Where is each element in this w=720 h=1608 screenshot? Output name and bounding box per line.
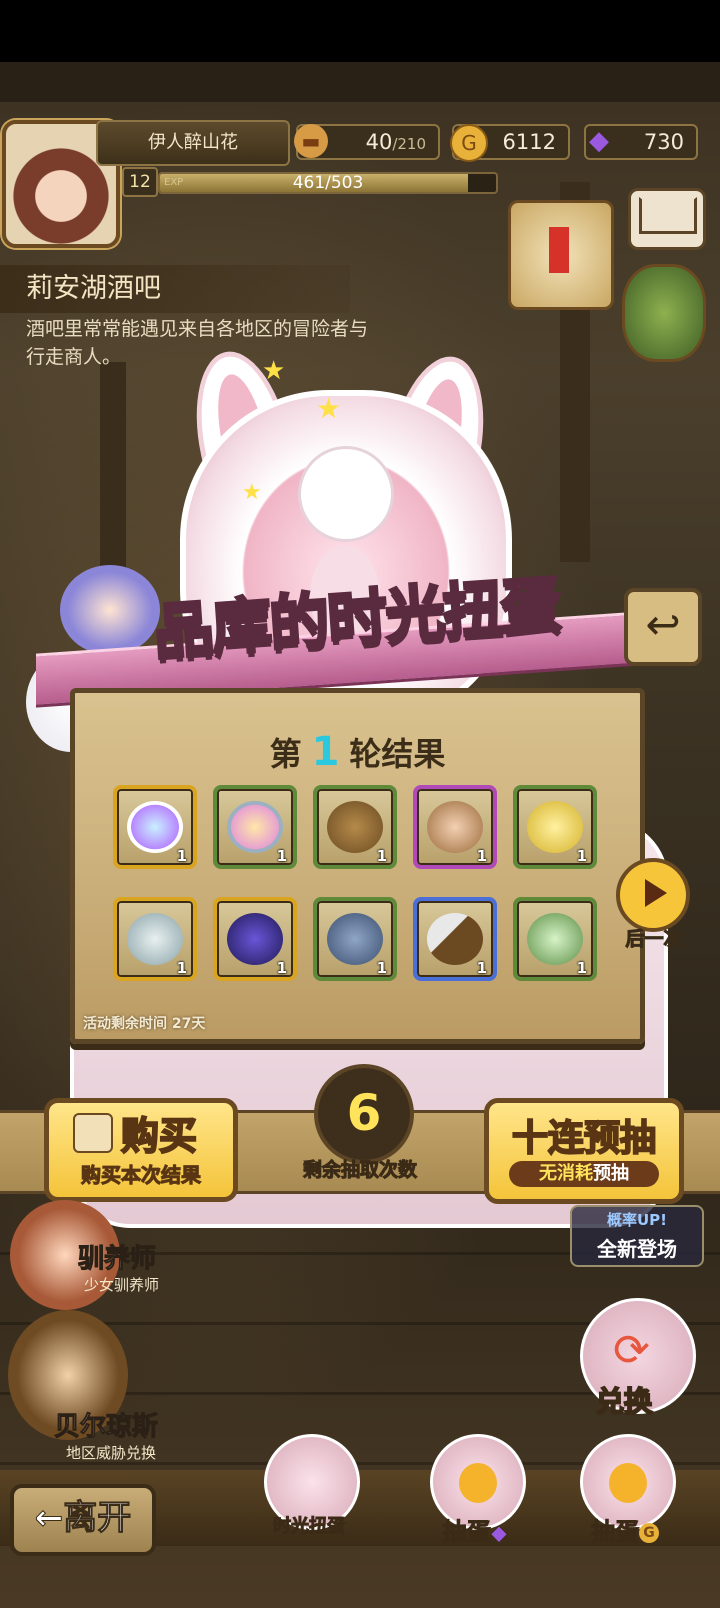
item-count: 1	[176, 847, 187, 865]
exp-bar: EXP 461/503	[158, 172, 498, 194]
item-count: 1	[376, 959, 387, 977]
sparkle-icon: ★	[242, 480, 262, 505]
dock-gold-draw-label: 抽蛋 G	[570, 1512, 680, 1547]
location-description: 酒吧里常常能遇见来自各地区的冒险者与行走商人。	[26, 318, 369, 368]
sparkle-icon: ★	[262, 356, 286, 386]
capsule-machine-icon	[227, 801, 283, 853]
result-slot-dark-crystal[interactable]: 1	[213, 897, 297, 981]
draws-left-count: 6	[314, 1064, 414, 1164]
result-slot-seashell[interactable]: 1	[313, 897, 397, 981]
dock-time-gacha[interactable]: 时光扭蛋	[254, 1434, 364, 1546]
result-slot-nest-egg[interactable]: 1	[413, 785, 497, 869]
tamer-subtitle: 少女驯养师	[84, 1276, 160, 1294]
location-title: 莉安湖酒吧	[0, 265, 350, 313]
dock-gold-draw[interactable]: 抽蛋 G	[570, 1434, 680, 1547]
rate-up-promo[interactable]: 概率UP! 全新登场	[570, 1205, 704, 1267]
result-slot-angel-wing-egg[interactable]: 1	[113, 785, 197, 869]
angel-wing-egg-icon	[127, 801, 183, 853]
result-slot-silver-ore[interactable]: 1	[113, 897, 197, 981]
item-count: 1	[176, 959, 187, 977]
tamer-name[interactable]: 驯养师	[77, 1238, 156, 1275]
item-count: 1	[276, 959, 287, 977]
item-count: 1	[476, 959, 487, 977]
exchange-arrows-icon: ⟳	[613, 1325, 650, 1376]
next-round-label: 后一次	[625, 928, 683, 951]
result-slot-wooden-barrel[interactable]: 1	[313, 785, 397, 869]
round-number: 1	[311, 729, 340, 775]
mail-icon[interactable]	[628, 188, 706, 250]
item-count: 1	[576, 847, 587, 865]
exchange-label[interactable]: 兑换	[595, 1380, 653, 1420]
dark-crystal-icon	[227, 913, 283, 965]
promo-line2: 全新登场	[597, 1237, 677, 1261]
ten-preview-draw-button[interactable]: 十连预抽 无消耗预抽	[484, 1098, 684, 1204]
event-banner: 品库的时光扭蛋	[36, 560, 656, 708]
backpack-icon[interactable]	[622, 264, 706, 362]
ceiling-beam	[0, 62, 720, 102]
exp-value: 461/503	[292, 173, 364, 193]
green-egg-icon	[527, 913, 583, 965]
gold-egg-icon	[527, 801, 583, 853]
silver-ore-icon	[127, 913, 183, 965]
buy-title: 购买	[120, 1113, 198, 1159]
ten-draw-title: 十连预抽	[511, 1117, 657, 1160]
sparkle-icon: ★	[316, 392, 342, 425]
stamina-max: /210	[392, 135, 426, 153]
buy-item-icon	[73, 1113, 113, 1153]
result-slot-green-egg[interactable]: 1	[513, 897, 597, 981]
return-button[interactable]: ↩	[624, 588, 702, 666]
dock-gem-draw-label: 抽蛋◆	[442, 1518, 508, 1547]
play-arrow-icon	[616, 858, 690, 932]
gem-value: 730	[643, 130, 684, 154]
result-slot-capsule-machine[interactable]: 1	[213, 785, 297, 869]
gold-value: 6112	[502, 130, 556, 154]
ten-draw-subtitle: 无消耗预抽	[509, 1161, 659, 1187]
stamina-counter[interactable]: ▬ 40/210	[294, 124, 440, 160]
dock-time-gacha-label: 时光扭蛋	[273, 1516, 346, 1538]
merchant-subtitle: 地区威胁兑换	[66, 1444, 157, 1462]
draws-left-label: 剩余抽取次数	[302, 1159, 417, 1182]
stamina-current: 40	[365, 130, 393, 154]
item-count: 1	[476, 847, 487, 865]
nest-egg-icon	[427, 801, 483, 853]
gem-counter[interactable]: ◆ 730	[584, 124, 698, 160]
event-time-left: 活动剩余时间 27天	[83, 1016, 206, 1032]
bunny-head	[298, 446, 394, 542]
buy-subtitle: 购买本次结果	[81, 1163, 202, 1188]
result-slot-cleaver[interactable]: 1	[413, 897, 497, 981]
promo-line1: 概率UP!	[606, 1211, 667, 1229]
player-name: 伊人醉山花	[96, 120, 290, 166]
merchant-name[interactable]: 贝尔琼斯	[53, 1406, 158, 1443]
result-slot-gold-egg[interactable]: 1	[513, 785, 597, 869]
gold-counter[interactable]: G 6112	[450, 124, 570, 162]
gold-coin-icon: G	[639, 1523, 659, 1543]
purple-gem-icon: ◆	[490, 1521, 508, 1547]
buy-button[interactable]: 购买 购买本次结果	[44, 1098, 238, 1202]
seashell-icon	[327, 913, 383, 965]
gold-coin-icon: G	[450, 124, 488, 162]
player-level: 12	[122, 167, 158, 197]
item-count: 1	[576, 959, 587, 977]
bread-icon: ▬	[294, 124, 328, 158]
leave-button[interactable]: ←离开	[10, 1484, 156, 1556]
return-icon: ↩	[645, 600, 681, 649]
dock-gem-draw[interactable]: 抽蛋◆	[420, 1434, 530, 1547]
next-round-button[interactable]: 后一次	[612, 858, 694, 951]
wooden-barrel-icon	[327, 801, 383, 853]
item-count: 1	[376, 847, 387, 865]
cleaver-icon	[427, 913, 483, 965]
purple-gem-icon: ◆	[589, 126, 609, 156]
event-title-highlight: 时光	[324, 577, 448, 658]
round-title: 第 1 轮结果	[269, 729, 446, 775]
item-count: 1	[276, 847, 287, 865]
quest-scroll-icon[interactable]	[508, 200, 614, 310]
results-board: 第 1 轮结果 1 1 1 1 1 1 1 1 1 1 活动剩余时间 27天	[70, 688, 645, 1044]
